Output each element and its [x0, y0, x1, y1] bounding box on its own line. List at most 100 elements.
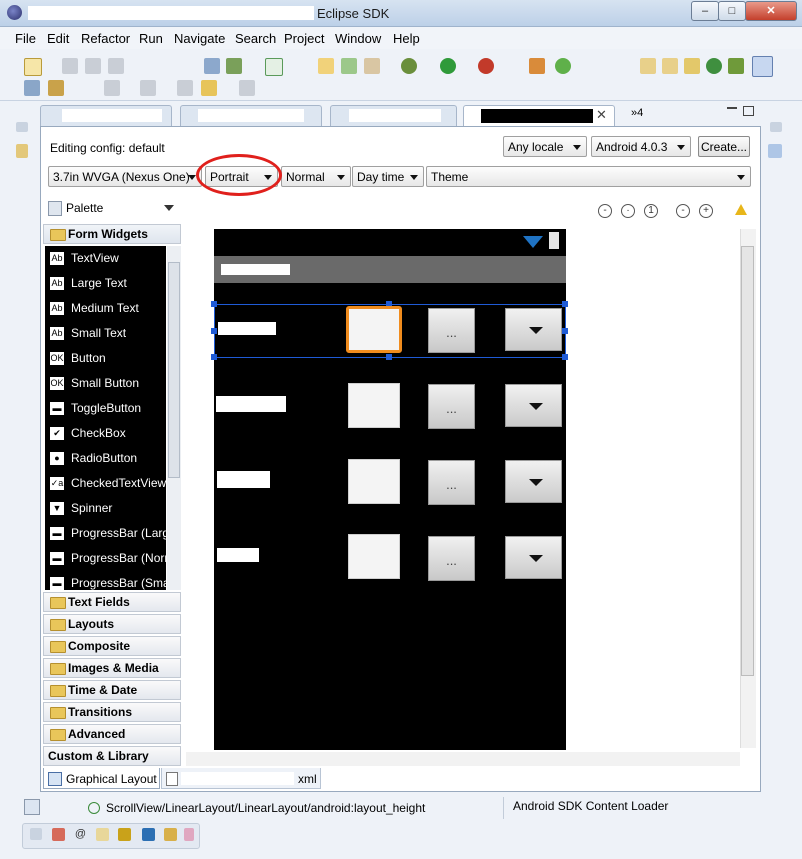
palette-widget-item[interactable]: ▬ ProgressBar (Normal) [45, 546, 166, 571]
row-spinner[interactable] [505, 384, 562, 427]
row-text-input[interactable] [348, 534, 400, 579]
zoom-real-size-icon[interactable]: · [621, 204, 635, 218]
category-form-widgets[interactable]: Form Widgets [43, 224, 181, 244]
row-text-input[interactable] [348, 383, 400, 428]
save-all-icon[interactable] [85, 58, 101, 74]
last-edit-icon[interactable] [177, 80, 193, 96]
minimize-button[interactable]: – [691, 1, 719, 21]
resize-handle[interactable] [211, 354, 217, 360]
row-text-input[interactable] [348, 459, 400, 504]
menu-project[interactable]: Project [284, 31, 324, 46]
maximize-button[interactable]: □ [718, 1, 746, 21]
declaration-icon[interactable] [96, 828, 109, 841]
palette-widget-item[interactable]: ▼ Spinner [45, 496, 166, 521]
palette-widget-item[interactable]: ● RadioButton [45, 446, 166, 471]
android-sdk-manager-icon[interactable] [204, 58, 220, 74]
palette-widget-item[interactable]: ✓a CheckedTextView [45, 471, 166, 496]
zoom-in-icon[interactable]: + [699, 204, 713, 218]
category-time-date[interactable]: Time & Date [43, 680, 181, 700]
search-view-icon[interactable] [184, 828, 194, 841]
save-icon[interactable] [62, 58, 78, 74]
palette-widget-item[interactable]: ▬ ProgressBar (Small) [45, 571, 166, 590]
palette-widget-item[interactable]: Ab TextView [45, 246, 166, 271]
menu-navigate[interactable]: Navigate [174, 31, 225, 46]
run-icon[interactable] [440, 58, 456, 74]
row-ellipsis-button[interactable]: ... [428, 384, 475, 429]
menu-edit[interactable]: Edit [47, 31, 69, 46]
maximize-editor-icon[interactable] [743, 106, 754, 116]
palette-widget-item[interactable]: Ab Large Text [45, 271, 166, 296]
print-icon[interactable] [108, 58, 124, 74]
row-ellipsis-button[interactable]: ... [428, 536, 475, 581]
theme-dropdown[interactable]: Theme [426, 166, 751, 187]
canvas-scroll-thumb[interactable] [741, 246, 754, 676]
resize-handle[interactable] [562, 354, 568, 360]
team-icon[interactable] [24, 80, 40, 96]
resize-handle[interactable] [562, 328, 568, 334]
outline-view-icon[interactable] [768, 144, 782, 158]
row-spinner[interactable] [505, 308, 562, 351]
palette-widget-item[interactable]: ▬ ToggleButton [45, 396, 166, 421]
row-text-input[interactable] [346, 306, 402, 353]
android-version-dropdown[interactable]: Android 4.0.3 [591, 136, 691, 157]
category-images-media[interactable]: Images & Media [43, 658, 181, 678]
menu-refactor[interactable]: Refactor [81, 31, 130, 46]
category-layouts[interactable]: Layouts [43, 614, 181, 634]
category-advanced[interactable]: Advanced [43, 724, 181, 744]
row-spinner[interactable] [505, 536, 562, 579]
dock-mode-dropdown[interactable]: Normal [281, 166, 351, 187]
new-project-icon[interactable] [318, 58, 334, 74]
menu-help[interactable]: Help [393, 31, 420, 46]
console-icon[interactable] [118, 828, 131, 841]
category-transitions[interactable]: Transitions [43, 702, 181, 722]
new-class-icon[interactable] [341, 58, 357, 74]
minimize-editor-icon[interactable] [727, 104, 737, 109]
sun-icon[interactable] [684, 58, 700, 74]
palette-widget-item[interactable]: OK Small Button [45, 371, 166, 396]
resize-handle[interactable] [562, 301, 568, 307]
zoom-fit-icon[interactable]: - [676, 204, 690, 218]
forward-icon[interactable] [239, 80, 255, 96]
menu-window[interactable]: Window [335, 31, 381, 46]
edit-icon[interactable] [48, 80, 64, 96]
restore-view-icon[interactable] [770, 122, 782, 132]
minimize-view-icon[interactable] [16, 122, 28, 132]
back-icon[interactable] [201, 80, 217, 96]
menu-search[interactable]: Search [235, 31, 276, 46]
tab-overflow[interactable]: »4 [631, 107, 643, 119]
category-custom-library-views[interactable]: Custom & Library Views [43, 746, 181, 782]
build-icon[interactable] [529, 58, 545, 74]
night-mode-dropdown[interactable]: Day time [352, 166, 424, 187]
row-spinner[interactable] [505, 460, 562, 503]
fast-view-icon[interactable] [24, 799, 40, 815]
package-explorer-icon[interactable] [16, 144, 28, 158]
zoom-100-icon[interactable]: 1 [644, 204, 658, 218]
javadoc-icon[interactable]: @ [74, 828, 87, 841]
debug-perspective-icon[interactable] [728, 58, 744, 74]
refresh-icon[interactable] [555, 58, 571, 74]
palette-widget-item[interactable]: OK Button [45, 346, 166, 371]
zoom-out-icon[interactable]: - [598, 204, 612, 218]
palette-scroll-thumb[interactable] [168, 262, 180, 478]
palette-widget-item[interactable]: ▬ ProgressBar (Large) [45, 521, 166, 546]
resize-handle[interactable] [386, 354, 392, 360]
menu-run[interactable]: Run [139, 31, 163, 46]
tasks-icon[interactable] [164, 828, 177, 841]
next-annotation-icon[interactable] [104, 80, 120, 96]
palette-menu-icon[interactable] [164, 205, 174, 211]
restore-icon[interactable] [30, 828, 42, 840]
palette-widget-item[interactable]: Ab Small Text [45, 321, 166, 346]
palette-widget-item[interactable]: ✔ CheckBox [45, 421, 166, 446]
palette-widget-item[interactable]: Ab Medium Text [45, 296, 166, 321]
resize-handle[interactable] [211, 301, 217, 307]
perspective-icon[interactable] [706, 58, 722, 74]
device-dropdown[interactable]: 3.7in WVGA (Nexus One) [48, 166, 202, 187]
canvas-horizontal-scrollbar[interactable] [186, 752, 740, 766]
external-tools-icon[interactable] [478, 58, 494, 74]
close-button[interactable]: ✕ [745, 1, 797, 21]
menu-file[interactable]: File [15, 31, 36, 46]
row-ellipsis-button[interactable]: ... [428, 308, 475, 353]
category-composite[interactable]: Composite [43, 636, 181, 656]
new-file-icon[interactable] [364, 58, 380, 74]
debug-icon[interactable] [401, 58, 417, 74]
